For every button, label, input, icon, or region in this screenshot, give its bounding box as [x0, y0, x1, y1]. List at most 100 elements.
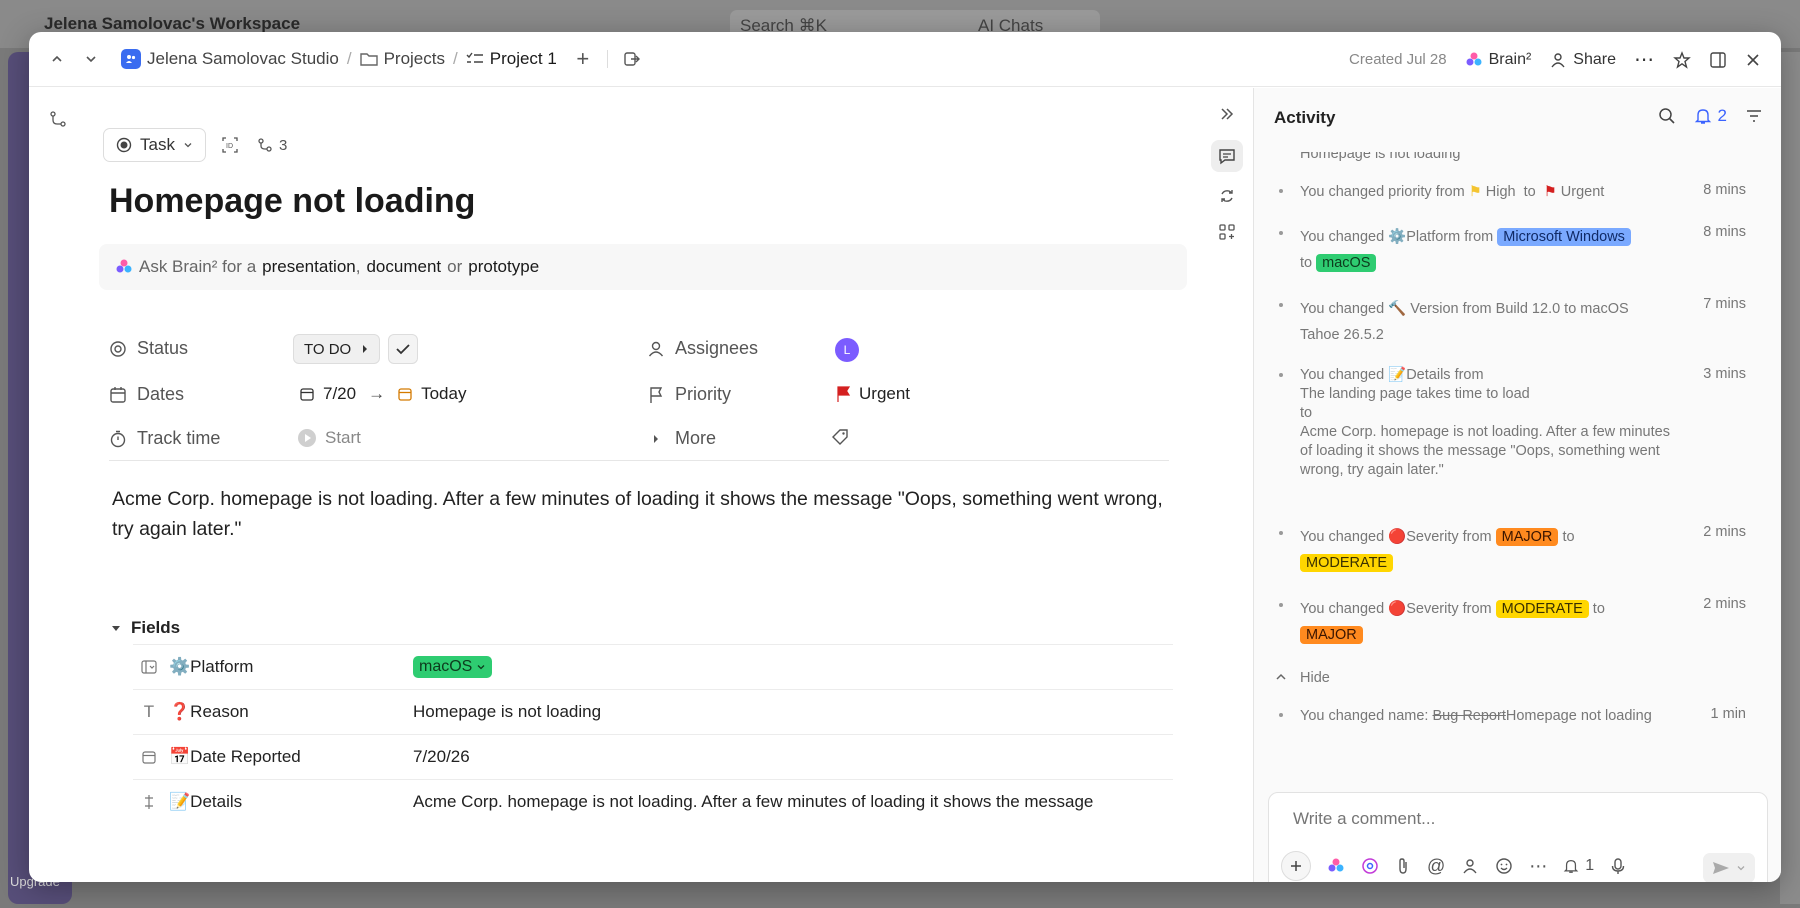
comment-box: @ ⋯ 1 — [1268, 792, 1768, 882]
ai-mention-icon[interactable] — [1361, 857, 1379, 875]
start-date: 7/20 — [323, 384, 357, 403]
dropdown-field-icon — [141, 660, 157, 674]
status-property: Status — [109, 338, 188, 359]
sync-icon[interactable] — [1211, 180, 1243, 212]
priority-value[interactable]: Urgent — [835, 384, 910, 404]
more-options-icon[interactable]: ⋯ — [1634, 47, 1655, 72]
activity-time: 8 mins — [1703, 224, 1746, 240]
breadcrumb-projects[interactable]: Projects — [359, 49, 445, 69]
due-calendar-icon — [397, 386, 413, 402]
priority-label: Priority — [675, 384, 732, 404]
field-value-date-reported: 7/20/26 — [413, 747, 470, 766]
ask-option-presentation[interactable]: presentation — [262, 257, 356, 277]
assignees-label: Assignees — [675, 338, 759, 358]
add-icon[interactable]: + — [571, 46, 595, 71]
caret-right-icon — [647, 434, 665, 444]
brain-icon — [115, 258, 133, 276]
brain-button[interactable]: Brain² — [1465, 51, 1531, 69]
collapse-icon[interactable] — [1211, 98, 1243, 130]
paperclip-icon[interactable] — [1395, 857, 1411, 875]
task-type-label: Task — [140, 135, 175, 154]
chevron-up-icon[interactable] — [43, 45, 71, 73]
field-label-reason: ❓Reason — [169, 702, 249, 721]
complete-button[interactable] — [388, 334, 419, 364]
breadcrumb-project-1[interactable]: Project 1 — [466, 49, 557, 69]
add-attachment-button[interactable] — [1281, 851, 1311, 881]
check-icon — [396, 343, 410, 355]
mention-icon[interactable]: @ — [1427, 856, 1445, 877]
flag-icon: ⚑ — [1468, 184, 1482, 200]
avatar: L — [835, 338, 859, 362]
priority-property: Priority — [647, 384, 731, 405]
activity-feed: Homepage is not loading You changed prio… — [1274, 152, 1764, 772]
field-label-platform: ⚙️Platform — [169, 657, 254, 676]
notification-count: 2 — [1717, 106, 1727, 125]
send-button[interactable] — [1703, 853, 1755, 882]
more-properties[interactable]: More — [647, 428, 716, 449]
notify-button[interactable]: 1 — [1563, 857, 1594, 875]
more-icon[interactable]: ⋯ — [1529, 856, 1547, 877]
ask-or: or — [447, 257, 463, 276]
star-icon[interactable] — [1673, 50, 1691, 69]
chevron-down-icon[interactable] — [77, 45, 105, 73]
folder-icon — [359, 51, 378, 67]
ask-brain-bar[interactable]: Ask Brain² for a presentation, document … — [99, 244, 1187, 290]
filter-icon[interactable] — [1745, 107, 1763, 125]
relationship-icon[interactable] — [45, 106, 71, 132]
status-value: TO DO — [293, 334, 419, 364]
activity-tools: 2 — [1658, 106, 1763, 126]
notify-count: 1 — [1585, 857, 1595, 874]
microphone-icon[interactable] — [1610, 857, 1626, 875]
field-row-details[interactable]: 📝Details Acme Corp. homepage is not load… — [133, 779, 1173, 824]
ask-option-document[interactable]: document — [366, 257, 441, 277]
task-id-icon[interactable]: ID — [221, 136, 239, 154]
assign-icon[interactable] — [1461, 857, 1479, 875]
ask-prefix: Ask Brain² for a — [139, 257, 257, 276]
subtasks-count[interactable]: 3 — [257, 137, 287, 154]
search-icon[interactable] — [1658, 107, 1676, 125]
task-type-button[interactable]: Task — [103, 128, 206, 162]
task-title[interactable]: Homepage not loading — [109, 182, 475, 221]
platform-value: macOS — [419, 658, 473, 675]
text-field-icon: T — [143, 702, 155, 721]
comment-input[interactable] — [1293, 809, 1733, 829]
task-meta: ID 3 — [221, 136, 287, 154]
notifications-button[interactable]: 2 — [1694, 106, 1727, 126]
chevron-down-icon — [1736, 863, 1746, 873]
field-row-platform[interactable]: ⚙️Platform macOS — [133, 644, 1173, 689]
chevron-down-icon — [183, 140, 193, 150]
platform-tag[interactable]: macOS — [413, 656, 493, 678]
emoji-icon[interactable] — [1495, 857, 1513, 875]
tag-icon[interactable] — [831, 428, 849, 446]
field-row-date-reported[interactable]: 📅Date Reported 7/20/26 — [133, 734, 1173, 779]
severity-tag-old: MODERATE — [1495, 600, 1589, 618]
hide-label: Hide — [1300, 670, 1330, 686]
svg-text:ID: ID — [226, 143, 233, 150]
timer-icon — [109, 430, 127, 448]
activity-text: You changed 🔴Severity from MODERATE to M… — [1300, 600, 1605, 644]
severity-tag-new: MAJOR — [1300, 626, 1363, 644]
share-button[interactable]: Share — [1549, 51, 1616, 69]
breadcrumb-workspace[interactable]: Jelena Samolovac Studio — [121, 49, 339, 69]
divider — [109, 460, 1169, 461]
status-text: TO DO — [304, 340, 352, 358]
fields-section-header[interactable]: Fields — [111, 618, 180, 638]
task-description[interactable]: Acme Corp. homepage is not loading. Afte… — [112, 484, 1182, 544]
flag-icon: ⚑ — [1543, 184, 1557, 200]
brain-icon[interactable] — [1327, 857, 1345, 875]
assignee-avatar[interactable]: L — [835, 338, 859, 362]
field-row-reason[interactable]: T ❓Reason Homepage is not loading — [133, 689, 1173, 734]
comment-icon[interactable] — [1211, 140, 1243, 172]
apps-icon[interactable] — [1211, 216, 1243, 248]
move-icon[interactable] — [620, 47, 644, 71]
activity-text: You changed 🔴Severity from MAJOR to MODE… — [1300, 528, 1575, 572]
dates-value[interactable]: 7/20 → Today — [299, 384, 466, 404]
activity-time: 2 mins — [1703, 524, 1746, 540]
track-time-start[interactable]: Start — [297, 428, 361, 448]
status-dropdown[interactable]: TO DO — [293, 334, 381, 364]
sidebar-toggle-icon[interactable] — [1709, 51, 1727, 69]
flag-outline-icon — [647, 386, 665, 404]
track-time-label: Track time — [137, 428, 221, 448]
ask-option-prototype[interactable]: prototype — [468, 257, 539, 277]
close-icon[interactable] — [1745, 52, 1761, 68]
